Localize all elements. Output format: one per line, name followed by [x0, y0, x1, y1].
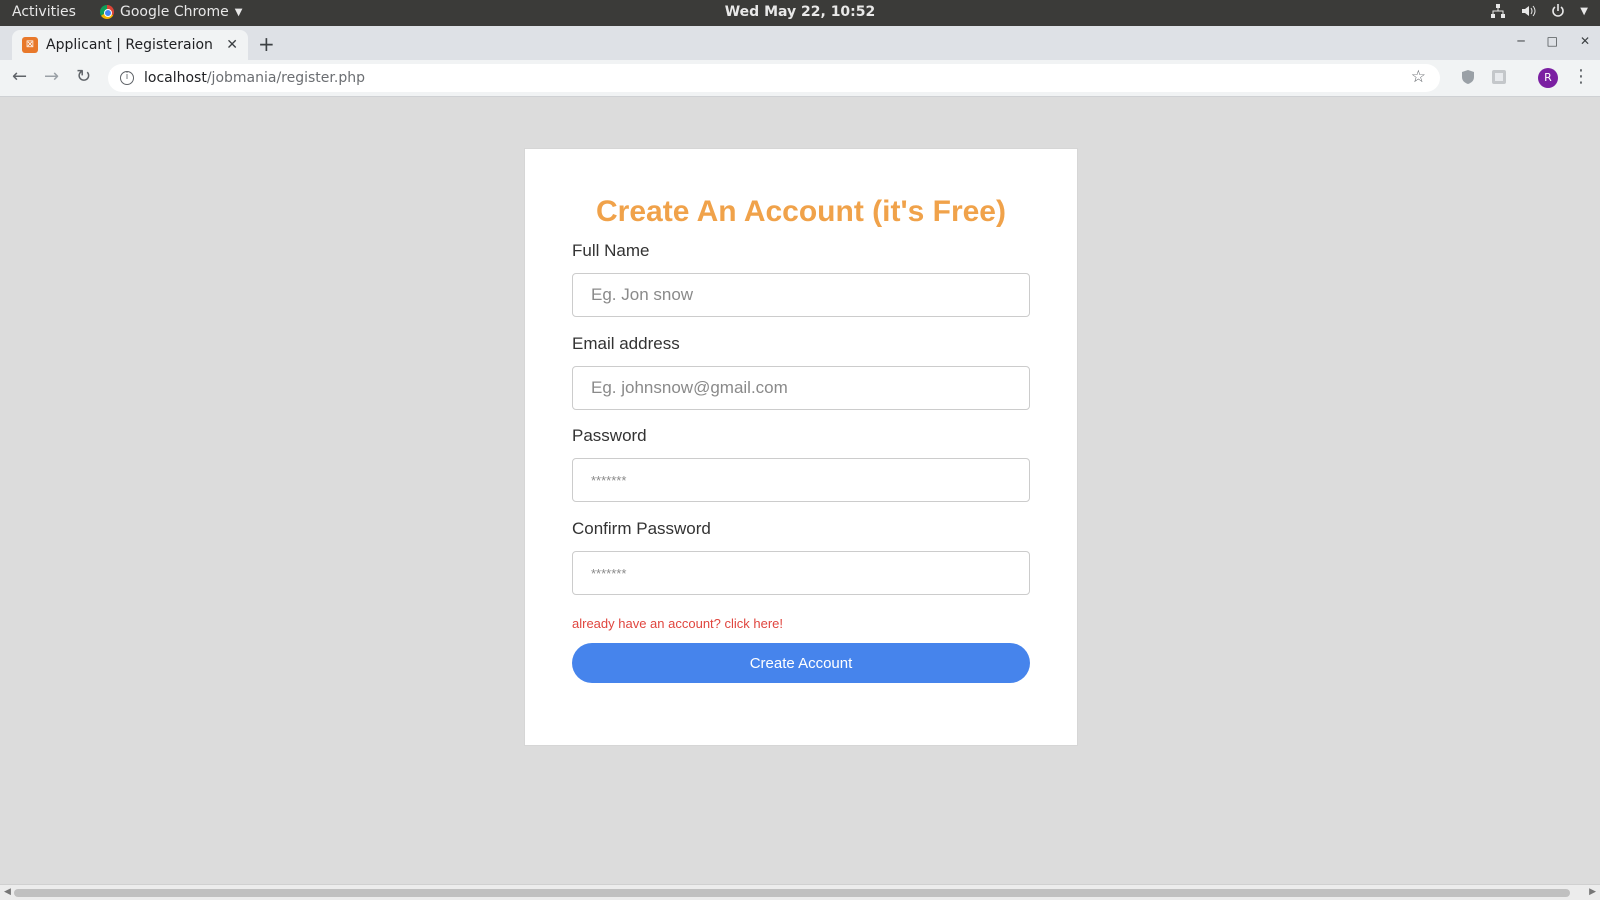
chevron-down-icon: ▼ [1580, 5, 1588, 17]
network-icon [1491, 4, 1506, 18]
tab-strip: ⊠ Applicant | Registeraion ✕ + ─ □ ✕ [0, 26, 1600, 60]
fullname-input[interactable] [572, 273, 1030, 317]
volume-icon [1522, 5, 1536, 17]
window-controls: ─ □ ✕ [1517, 34, 1590, 48]
shield-extension-icon[interactable] [1460, 69, 1476, 85]
login-link[interactable]: already have an account? click here! [572, 616, 783, 631]
reload-icon[interactable]: ↻ [76, 66, 91, 87]
maximize-icon[interactable]: □ [1547, 34, 1558, 48]
email-input[interactable] [572, 366, 1030, 410]
scroll-right-icon[interactable]: ▶ [1589, 887, 1596, 897]
site-info-icon[interactable]: i [120, 71, 134, 85]
system-tray[interactable]: ▼ [1490, 3, 1588, 19]
address-bar[interactable]: i localhost/jobmania/register.php ☆ [108, 64, 1440, 92]
email-label: Email address [572, 334, 680, 353]
scrollbar-thumb[interactable] [14, 889, 1570, 897]
url-path: /jobmania/register.php [206, 70, 365, 86]
scroll-left-icon[interactable]: ◀ [4, 887, 11, 897]
new-tab-icon[interactable]: + [258, 32, 275, 56]
password-label: Password [572, 426, 647, 445]
confirm-password-input[interactable] [572, 551, 1030, 595]
confirm-password-label: Confirm Password [572, 519, 711, 538]
power-icon [1552, 4, 1565, 17]
url-host: localhost [144, 70, 207, 86]
form-heading: Create An Account (it's Free) [596, 195, 1006, 228]
bookmark-star-icon[interactable]: ☆ [1411, 67, 1426, 87]
forward-arrow-icon[interactable]: → [44, 66, 59, 87]
browser-toolbar: ← → ↻ i localhost/jobmania/register.php … [0, 60, 1600, 97]
browser-tab[interactable]: ⊠ Applicant | Registeraion ✕ [12, 30, 248, 60]
kebab-menu-icon[interactable]: ⋮ [1572, 66, 1590, 87]
close-window-icon[interactable]: ✕ [1580, 34, 1590, 48]
create-account-button[interactable]: Create Account [572, 643, 1030, 683]
password-input[interactable] [572, 458, 1030, 502]
tab-title: Applicant | Registeraion [46, 37, 213, 53]
xampp-favicon-icon: ⊠ [22, 37, 38, 53]
back-arrow-icon[interactable]: ← [12, 66, 27, 87]
fullname-label: Full Name [572, 241, 650, 260]
clock[interactable]: Wed May 22, 10:52 [0, 4, 1600, 20]
horizontal-scrollbar[interactable]: ◀ ▶ [0, 884, 1600, 900]
register-card: Create An Account (it's Free) Full Name … [524, 148, 1078, 746]
extension-icon[interactable] [1491, 69, 1507, 85]
close-tab-icon[interactable]: ✕ [226, 37, 238, 53]
minimize-icon[interactable]: ─ [1517, 34, 1524, 48]
system-top-bar: Activities Google Chrome ▼ Wed May 22, 1… [0, 0, 1600, 26]
profile-avatar[interactable]: R [1538, 68, 1558, 88]
